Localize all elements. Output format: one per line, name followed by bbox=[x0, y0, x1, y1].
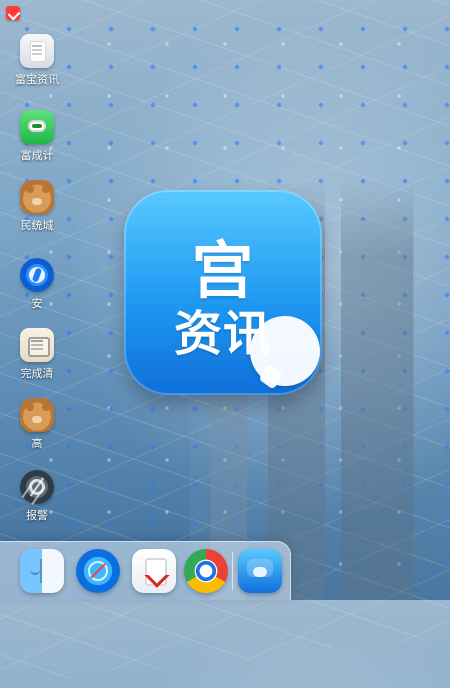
desktop-item-label: 安 bbox=[31, 297, 43, 310]
scroll-icon bbox=[20, 328, 54, 362]
dock-item-chrome[interactable] bbox=[184, 549, 228, 593]
desktop-item-an[interactable]: 安 bbox=[6, 258, 68, 310]
calculator-icon bbox=[20, 110, 54, 144]
desktop-item-gao[interactable]: 高 bbox=[6, 398, 68, 450]
bear-icon bbox=[20, 180, 54, 214]
fan-icon bbox=[20, 470, 54, 504]
desktop-item-wancheng-qing[interactable]: 完成清 bbox=[6, 328, 68, 380]
desktop-item-label: 报警 bbox=[26, 509, 48, 522]
app-icon-fubao-news-large[interactable]: 宫 资讯 bbox=[124, 190, 322, 395]
desktop-item-label: 高 bbox=[31, 437, 43, 450]
desktop-item-mintong-cheng[interactable]: 民统城 bbox=[6, 180, 68, 232]
desktop-item-label: 民统城 bbox=[20, 219, 54, 232]
dock-divider bbox=[232, 552, 233, 590]
desktop-item-label: 富成计 bbox=[20, 149, 54, 162]
desktop-item-label: 完成清 bbox=[20, 367, 54, 380]
desktop-item-fucheng-ji[interactable]: 富成计 bbox=[6, 110, 68, 162]
dock-item-finder[interactable] bbox=[20, 549, 64, 593]
dock bbox=[0, 541, 291, 600]
desktop-item-fubao-news[interactable]: 富宝资讯 bbox=[6, 34, 68, 86]
speech-bubble-icon bbox=[250, 316, 320, 386]
desktop-item-baojing[interactable]: 报警 bbox=[6, 470, 68, 522]
dock-item-pdf[interactable] bbox=[132, 549, 176, 593]
desktop-item-label: 富宝资讯 bbox=[15, 73, 59, 86]
bear-icon bbox=[20, 398, 54, 432]
desktop-icons: 富宝资讯 富成计 民统城 安 完成清 高 报警 bbox=[0, 0, 90, 600]
document-icon bbox=[20, 34, 54, 68]
dock-item-safari[interactable] bbox=[76, 549, 120, 593]
shield-icon bbox=[20, 258, 54, 292]
dock-item-news[interactable] bbox=[238, 549, 282, 593]
